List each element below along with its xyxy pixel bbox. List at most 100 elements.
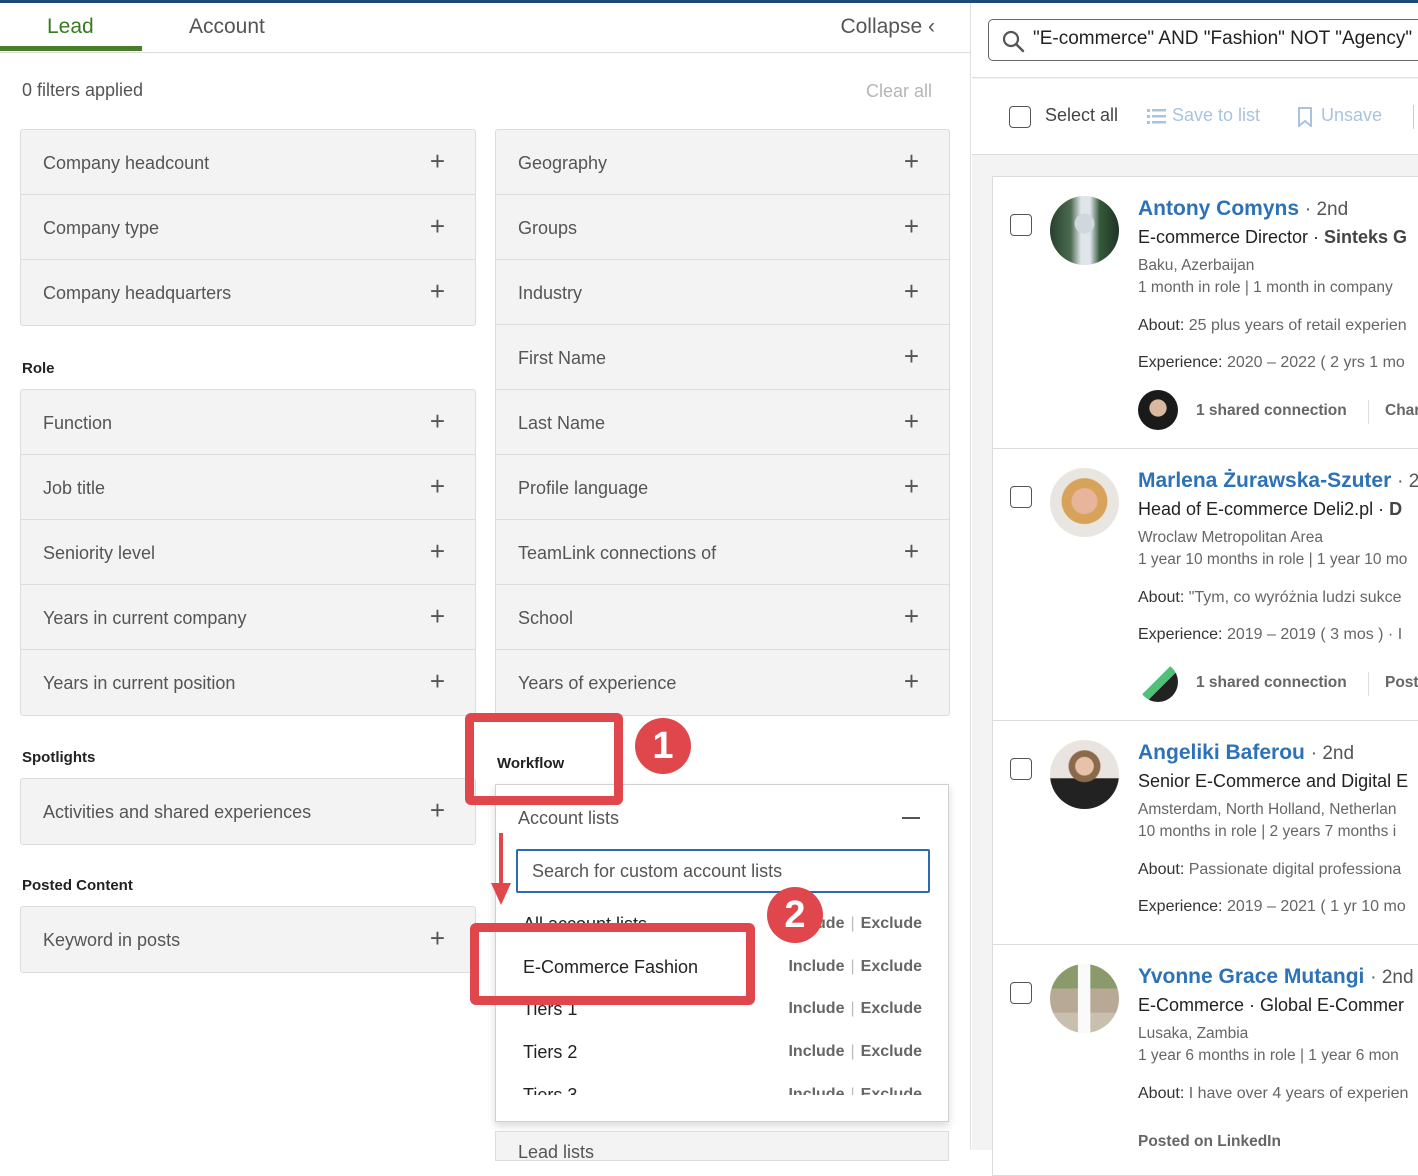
- lead-extra-info: Post: [1385, 674, 1418, 691]
- minus-icon[interactable]: [902, 817, 920, 819]
- lead-tenure: 1 month in role | 1 month in company: [1138, 279, 1393, 296]
- toolbar-divider: [1413, 105, 1414, 129]
- exclude-link[interactable]: Exclude: [861, 1086, 922, 1095]
- lead-tenure: 1 year 10 months in role | 1 year 10 mo: [1138, 551, 1408, 568]
- tab-lead[interactable]: Lead: [47, 15, 94, 39]
- filter-label: Lead lists: [518, 1142, 595, 1162]
- include-link[interactable]: Include: [788, 1043, 844, 1060]
- lead-company[interactable]: Sinteks G: [1324, 227, 1407, 247]
- include-link[interactable]: Include: [788, 1086, 844, 1095]
- filter-company-type[interactable]: Company type +: [21, 195, 475, 260]
- filter-years-in-current-company[interactable]: Years in current company +: [21, 585, 475, 650]
- company-filter-group: Company headcount + Company type + Company…: [20, 129, 476, 326]
- plus-icon: +: [903, 406, 919, 436]
- select-all-checkbox[interactable]: [1009, 106, 1031, 128]
- filter-label: Company headquarters: [43, 283, 232, 303]
- avatar[interactable]: [1050, 196, 1119, 265]
- filter-seniority-level[interactable]: Seniority level +: [21, 520, 475, 585]
- account-list-name: Tiers 2: [523, 1042, 578, 1062]
- lead-name[interactable]: Antony Comyns · 2nd: [1138, 197, 1348, 221]
- plus-icon: +: [903, 601, 919, 631]
- filter-first-name[interactable]: First Name +: [496, 325, 949, 390]
- select-all-label[interactable]: Select all: [1045, 105, 1118, 126]
- lead-about: About: 25 plus years of retail experien: [1138, 317, 1407, 334]
- filter-label: Years in current company: [43, 608, 247, 628]
- filter-job-title[interactable]: Job title +: [21, 455, 475, 520]
- annotation-step-2-badge: 2: [767, 887, 823, 943]
- lead-extra-info: Char: [1385, 402, 1418, 419]
- lead-name[interactable]: Marlena Żurawska-Szuter · 2: [1138, 469, 1418, 493]
- list-icon: [1147, 109, 1166, 124]
- filter-profile-language[interactable]: Profile language +: [496, 455, 949, 520]
- include-link[interactable]: Include: [788, 958, 844, 975]
- connection-avatar: [1138, 662, 1178, 702]
- filter-activities-shared-experiences[interactable]: Activities and shared experiences +: [21, 779, 475, 844]
- lead-checkbox[interactable]: [1010, 214, 1032, 236]
- save-to-list-button[interactable]: Save to list: [1172, 105, 1260, 126]
- filter-teamlink-connections[interactable]: TeamLink connections of +: [496, 520, 949, 585]
- filter-label: Years in current position: [43, 673, 236, 693]
- filter-company-headcount[interactable]: Company headcount +: [21, 130, 475, 195]
- filter-years-of-experience[interactable]: Years of experience +: [496, 650, 949, 715]
- results-toolbar: Select all Save to list Unsave: [972, 79, 1418, 155]
- lead-experience: Experience: 2019 – 2021 ( 1 yr 10 mo: [1138, 898, 1406, 915]
- lead-location: Amsterdam, North Holland, Netherlan: [1138, 801, 1397, 818]
- filter-groups[interactable]: Groups +: [496, 195, 949, 260]
- clear-all-button[interactable]: Clear all: [866, 81, 932, 102]
- plus-icon: +: [429, 666, 445, 696]
- account-lists-search-input[interactable]: [516, 849, 930, 893]
- filter-company-headquarters[interactable]: Company headquarters +: [21, 260, 475, 325]
- plus-icon: +: [429, 276, 445, 306]
- filter-school[interactable]: School +: [496, 585, 949, 650]
- shared-connection-link[interactable]: 1 shared connection: [1196, 402, 1347, 420]
- separator: [1368, 400, 1369, 424]
- filter-last-name[interactable]: Last Name +: [496, 390, 949, 455]
- section-title-posted-content: Posted Content: [22, 877, 133, 894]
- lead-checkbox[interactable]: [1010, 758, 1032, 780]
- section-title-role: Role: [22, 360, 55, 377]
- filter-lead-lists[interactable]: Lead lists: [495, 1131, 949, 1162]
- filter-function[interactable]: Function +: [21, 390, 475, 455]
- filter-years-in-current-position[interactable]: Years in current position +: [21, 650, 475, 715]
- filter-industry[interactable]: Industry +: [496, 260, 949, 325]
- include-link[interactable]: Include: [788, 1000, 844, 1017]
- account-list-option[interactable]: Tiers 3 Include | Exclude: [496, 1076, 948, 1095]
- lead-checkbox[interactable]: [1010, 486, 1032, 508]
- filter-label: Geography: [518, 153, 608, 173]
- lead-name[interactable]: Yvonne Grace Mutangi · 2nd: [1138, 965, 1414, 989]
- collapse-button[interactable]: Collapse ‹: [840, 15, 935, 39]
- exclude-link[interactable]: Exclude: [861, 958, 922, 975]
- annotation-highlight-ecommerce-fashion: [470, 923, 755, 1005]
- lead-location: Baku, Azerbaijan: [1138, 257, 1255, 274]
- filter-label: Keyword in posts: [43, 930, 181, 950]
- avatar[interactable]: [1050, 740, 1119, 809]
- filter-label: First Name: [518, 348, 607, 368]
- search-icon: [1002, 30, 1025, 53]
- exclude-link[interactable]: Exclude: [861, 1000, 922, 1017]
- keyword-search-box[interactable]: [988, 19, 1418, 61]
- keyword-search-input[interactable]: [1033, 28, 1418, 50]
- exclude-link[interactable]: Exclude: [861, 915, 922, 932]
- filter-geography[interactable]: Geography +: [496, 130, 949, 195]
- filter-label: Profile language: [518, 478, 649, 498]
- filter-label: School: [518, 608, 574, 628]
- plus-icon: +: [903, 471, 919, 501]
- filters-applied-count: 0 filters applied: [22, 80, 144, 100]
- lead-experience: Experience: 2020 – 2022 ( 2 yrs 1 mo: [1138, 354, 1405, 371]
- avatar[interactable]: [1050, 468, 1119, 537]
- filter-keyword-in-posts[interactable]: Keyword in posts +: [21, 907, 475, 972]
- account-list-option[interactable]: Tiers 2 Include | Exclude: [496, 1033, 948, 1075]
- lead-company[interactable]: D: [1389, 499, 1402, 519]
- tab-account[interactable]: Account: [189, 15, 265, 39]
- lead-name[interactable]: Angeliki Baferou · 2nd: [1138, 741, 1354, 765]
- shared-connection-link[interactable]: 1 shared connection: [1196, 674, 1347, 692]
- plus-icon: +: [429, 406, 445, 436]
- avatar[interactable]: [1050, 964, 1119, 1033]
- exclude-link[interactable]: Exclude: [861, 1043, 922, 1060]
- plus-icon: +: [903, 276, 919, 306]
- unsave-button[interactable]: Unsave: [1321, 105, 1382, 126]
- lead-tenure: 10 months in role | 2 years 7 months i: [1138, 823, 1397, 840]
- filter-label: TeamLink connections of: [518, 543, 717, 563]
- lead-checkbox[interactable]: [1010, 982, 1032, 1004]
- filter-label: Company headcount: [43, 153, 210, 173]
